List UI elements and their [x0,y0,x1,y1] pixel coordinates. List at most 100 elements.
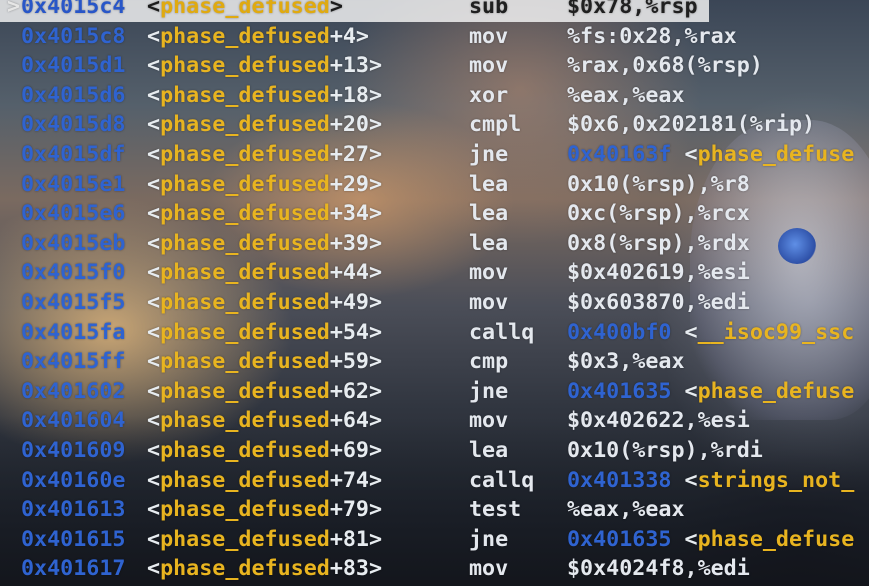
symbol-open-bracket: < [147,349,161,375]
symbol-offset: <phase_defused+27> [147,140,382,170]
function-name: phase_defused [160,497,330,523]
symbol-open-bracket: < [147,230,161,256]
jump-target-address: 0x401338 [567,467,672,493]
function-name: phase_defused [160,526,330,552]
symbol-open-bracket: < [147,438,161,463]
instruction-operands: $0x402622,%esi [567,408,750,434]
symbol-offset: <phase_defused+13> [147,51,382,81]
symbol-offset-value: +49> [329,290,383,315]
symbol-offset: <phase_defused+62> [147,377,382,407]
instruction-mnemonic: lea [469,201,509,227]
function-name: phase_defused [160,556,330,582]
instruction-address: 0x401604 [21,408,126,434]
target-open-bracket: < [671,142,698,167]
function-name: phase_defused [160,319,330,345]
symbol-offset-value: +34> [329,201,383,227]
symbol-offset: <phase_defused+79> [147,495,382,525]
instruction-address: 0x40160e [21,467,126,493]
function-name: phase_defused [160,260,330,286]
instruction-operands: $0x4024f8,%edi [567,556,750,582]
instruction-operands: 0x8(%rsp),%rdx [567,230,750,256]
instruction-operands: 0x40163f <phase_defuse [567,140,854,170]
symbol-open-bracket: < [147,408,161,434]
jump-target-address: 0x401635 [567,526,672,552]
symbol-open-bracket: < [147,290,161,315]
instruction-mnemonic: mov [469,556,509,582]
symbol-offset-value: +54> [329,319,383,345]
symbol-offset: <phase_defused+44> [147,258,382,288]
symbol-open-bracket: < [147,53,161,79]
instruction-mnemonic: jne [469,378,509,404]
instruction-address: 0x4015eb [21,230,126,256]
symbol-offset-value: +62> [329,378,383,404]
instruction-address: 0x4015e1 [21,171,126,197]
function-name: phase_defused [160,378,330,404]
function-name: phase_defused [160,408,330,434]
symbol-offset-value: +39> [329,230,383,256]
function-name: phase_defused [160,82,330,108]
instruction-mnemonic: jne [469,142,509,167]
function-name: phase_defused [160,290,330,315]
instruction-address: 0x4015fa [21,319,126,345]
instruction-address: 0x4015f0 [21,260,126,286]
instruction-mnemonic: lea [469,171,509,197]
symbol-offset: <phase_defused+83> [147,554,382,584]
symbol-offset-value: +18> [329,82,383,108]
symbol-open-bracket: < [147,526,161,552]
instruction-mnemonic: mov [469,408,509,434]
jump-target-address: 0x401635 [567,378,672,404]
function-name: phase_defused [160,171,330,197]
instruction-operands: $0x603870,%edi [567,290,750,315]
target-function-name: phase_defuse [697,378,855,404]
instruction-operands: 0x400bf0 <__isoc99_ssc [567,318,854,348]
instruction-operands: %rax,0x68(%rsp) [567,53,763,79]
instruction-mnemonic: lea [469,438,509,463]
target-open-bracket: < [671,526,698,552]
function-name: phase_defused [160,438,330,463]
symbol-open-bracket: < [147,319,161,345]
symbol-open-bracket: < [147,112,161,138]
instruction-mnemonic: callq [469,319,535,345]
symbol-offset-value: +74> [329,467,383,493]
instruction-mnemonic: mov [469,53,509,79]
symbol-offset: <phase_defused+81> [147,525,382,555]
instruction-operands: 0x401635 <phase_defuse [567,377,854,407]
symbol-offset-value: +59> [329,349,383,375]
symbol-offset-value: +13> [329,53,383,79]
function-name: phase_defused [160,142,330,167]
instruction-address: 0x401602 [21,378,126,404]
instruction-operands: %eax,%eax [567,497,685,523]
instruction-operands: $0x3,%eax [567,349,685,375]
instruction-mnemonic: cmp [469,349,509,375]
symbol-open-bracket: < [147,260,161,286]
current-instruction-line: >0x4015c4 <phase_defused> sub $0x78,%rsp [0,0,709,22]
function-name: phase_defused [160,349,330,375]
symbol-offset-value: > [329,0,343,19]
target-function-name: strings_not_ [697,467,855,493]
symbol-offset-value: +44> [329,260,383,286]
symbol-offset-value: +83> [329,556,383,582]
symbol-offset: <phase_defused+18> [147,81,382,111]
instruction-address: 0x401609 [21,438,126,463]
instruction-operands: 0x401338 <strings_not_ [567,466,854,496]
symbol-offset: <phase_defused+34> [147,199,382,229]
function-name: phase_defused [160,467,330,493]
terminal-window[interactable]: >0x4015c4 <phase_defused> sub $0x78,%rsp 0x4… [0,0,869,586]
jump-target-symbol: <phase_defuse [671,142,855,167]
symbol-offset: <phase_defused+54> [147,318,382,348]
instruction-address: 0x4015df [21,142,126,167]
instruction-address: 0x4015c4 [21,0,126,19]
instruction-address: 0x4015d1 [21,53,126,79]
symbol-offset: <phase_defused> [147,0,343,22]
wallpaper-figure-eye [778,228,816,264]
instruction-operands: 0x401635 <phase_defuse [567,525,854,555]
instruction-address: 0x4015f5 [21,290,126,315]
instruction-operands: 0xc(%rsp),%rcx [567,201,750,227]
instruction-mnemonic: mov [469,290,509,315]
instruction-mnemonic: callq [469,467,535,493]
symbol-open-bracket: < [147,201,161,227]
instruction-address: 0x401615 [21,526,126,552]
instruction-address: 0x4015e6 [21,201,126,227]
symbol-offset: <phase_defused+64> [147,406,382,436]
jump-target-symbol: <strings_not_ [671,467,855,493]
